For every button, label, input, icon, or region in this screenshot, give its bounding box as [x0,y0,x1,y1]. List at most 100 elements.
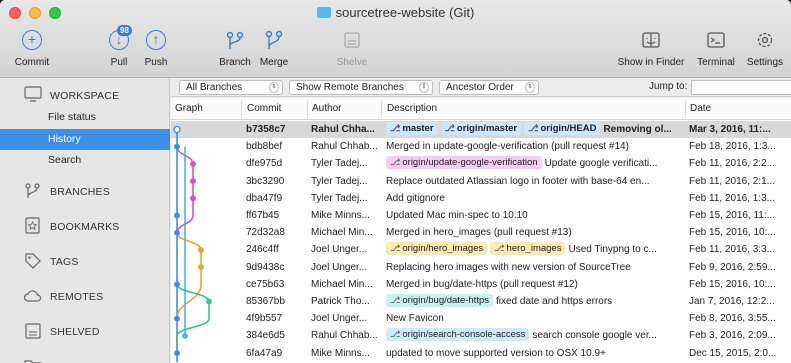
sidebar-item-search[interactable]: Search [0,150,170,171]
commit-hash: 4f9b557 [246,313,283,325]
sidebar-item-file-status[interactable]: File status [0,107,170,128]
sidebar-group-bookmarks[interactable]: BOOKMARKS [0,213,170,239]
table-row[interactable]: ff67b45 Mike Minns... Updated Mac min-spec… [171,207,791,224]
commit-message: fixed date and https errors [496,296,613,307]
table-row[interactable]: 246c4ff Joel Unger... ⎇ origin/hero_images ⎇… [171,241,791,258]
branch-ref-label[interactable]: ⎇ origin/hero_images [386,242,488,256]
commit-date: Feb 8, 2016, 3:55... [689,313,776,325]
table-row[interactable]: 384e6d5 Rahul Chhab... ⎇ origin/search-cons… [171,327,791,344]
table-row[interactable]: 4f9b557 Joel Unger... New Favicon Feb 8, 20… [171,310,791,327]
table-row[interactable]: 72d32a8 Michael Min... Merged in hero_imag… [171,224,791,241]
sidebar-group-branches[interactable]: BRANCHES [0,178,170,204]
push-button[interactable]: ↑ Push [140,28,172,68]
commit-message: Replace outdated Atlassian logo in foote… [386,175,650,187]
table-row[interactable]: 9d9438c Joel Unger... Replacing hero image… [171,259,791,276]
commit-message: New Favicon [386,313,444,325]
commit-node[interactable] [174,350,180,357]
branch-ref-label[interactable]: ⎇ origin/bug/date-https [386,294,493,307]
table-row[interactable]: dfe975d Tyler Tadej... ⎇ origin/update-goog… [171,155,791,172]
table-row[interactable]: ce75b63 Michael Min... Merged in bug/date-… [171,276,791,293]
commit-date: Feb 9, 2016, 2:59... [689,261,776,273]
commit-node[interactable] [174,143,180,150]
commit-node[interactable] [174,229,180,236]
column-divider[interactable] [307,100,308,118]
commit-hash: dba47f9 [246,192,283,204]
sidebar-group-submodules[interactable] [0,353,170,363]
table-row[interactable]: dba47f9 Tyler Tadej... Add gitignore Feb 11… [171,190,791,207]
column-header-commit[interactable]: Commit [247,103,281,114]
branch-ref-label[interactable]: ⎇ origin/master [440,122,522,135]
commit-button[interactable]: + Commit [14,28,50,68]
commit-description: ⎇ origin/bug/date-https fixed date and htt… [386,293,686,310]
merge-button[interactable]: Merge [256,28,292,68]
column-header-description[interactable]: Description [387,103,437,114]
branch-ref-label[interactable]: ⎇ origin/HEAD [524,122,601,135]
gear-icon [757,32,773,48]
commit-node[interactable] [190,160,196,167]
sidebar-group-workspace[interactable]: WORKSPACE [0,82,170,108]
commit-node[interactable] [190,178,196,185]
branch-icon [25,183,40,198]
chevron-updown-icon: ⇕ [525,82,535,93]
shelve-button[interactable]: Shelve [332,28,372,68]
branch-ref-label[interactable]: ⎇ master [386,122,438,135]
commit-node[interactable] [190,195,196,202]
commit-description: Updated Mac min-spec to 10.10 [386,207,686,224]
commit-node[interactable] [173,125,181,134]
graph-lane-hero-images [176,232,202,251]
sidebar-item-history[interactable]: History [0,129,170,150]
sidebar-group-remotes[interactable]: REMOTES [0,283,170,309]
graph-lane-date-https [176,318,210,337]
column-header-author[interactable]: Author [312,103,341,114]
commit-message: Update google verificati... [544,158,658,170]
commit-node[interactable] [206,298,212,305]
show-in-finder-button[interactable]: Show in Finder [613,28,689,68]
commit-author: Rahul Chha... [311,124,375,135]
branch-button[interactable]: Branch [216,28,254,68]
table-row[interactable]: 85367bb Patrick Tho... ⎇ origin/bug/date-ht… [171,293,791,310]
table-row[interactable]: b7358c7 Rahul Chha... ⎇ master ⎇ origin/maste… [171,121,791,139]
commit-node[interactable] [182,332,188,339]
sidebar-group-shelved[interactable]: SHELVED [0,318,170,344]
settings-button[interactable]: Settings [742,28,788,68]
jump-to-input[interactable] [691,80,791,95]
commit-description: updated to move supported version to OSX… [386,345,686,362]
commit-author: Patrick Tho... [311,296,370,307]
commit-message: Merged in hero_images (pull request #13) [386,227,572,239]
table-header: Graph Commit Author Description Date [171,98,791,120]
commit-node[interactable] [174,315,180,322]
commit-node[interactable] [198,264,204,271]
branches-filter-select[interactable]: All Branches ⇕ [179,80,283,95]
table-row[interactable]: 3bc3290 Tyler Tadej... Replace outdated At… [171,173,791,190]
column-header-graph[interactable]: Graph [175,103,203,114]
commit-node[interactable] [174,212,180,219]
commit-description: Merged in update-google-verification (pu… [386,138,686,155]
branch-ref-label[interactable]: ⎇ origin/search-console-access [386,328,530,342]
branch-icon: ⎇ [390,243,401,254]
remote-branches-select[interactable]: Show Remote Branches ⇕ [289,80,433,95]
branch-ref-label[interactable]: ⎇ hero_images [490,242,566,256]
column-divider[interactable] [685,100,686,118]
branch-ref-name: origin/hero_images [402,243,484,255]
sidebar-group-tags[interactable]: TAGS [0,248,170,274]
commit-node[interactable] [198,246,204,253]
jump-to-label: Jump to: [649,81,688,92]
table-row[interactable]: 6fa47a9 Mike Minns... updated to move supp… [171,345,791,362]
commit-date: Feb 11, 2016, 3:3... [689,244,775,256]
commit-message: Removing ol... [603,124,672,135]
commit-date: Feb 3, 2016, 2:09... [689,330,776,342]
shelve-icon [25,323,41,339]
sort-order-select[interactable]: Ancestor Order ⇕ [439,80,539,95]
commit-node[interactable] [174,281,180,288]
pull-button[interactable]: ↓ 98 Pull [104,25,134,68]
column-header-date[interactable]: Date [690,103,711,114]
finder-icon [642,32,660,48]
terminal-button[interactable]: Terminal [694,28,738,68]
table-row[interactable]: bdb8bef Rahul Chhab... Merged in update-go… [171,138,791,155]
commit-author: Michael Min... [311,278,373,290]
commit-message: Merged in update-google-verification (pu… [386,141,629,153]
column-divider[interactable] [381,100,382,118]
bookmark-icon [25,217,40,234]
column-divider[interactable] [241,100,242,118]
branch-ref-label[interactable]: ⎇ origin/update-google-verification [386,156,542,170]
